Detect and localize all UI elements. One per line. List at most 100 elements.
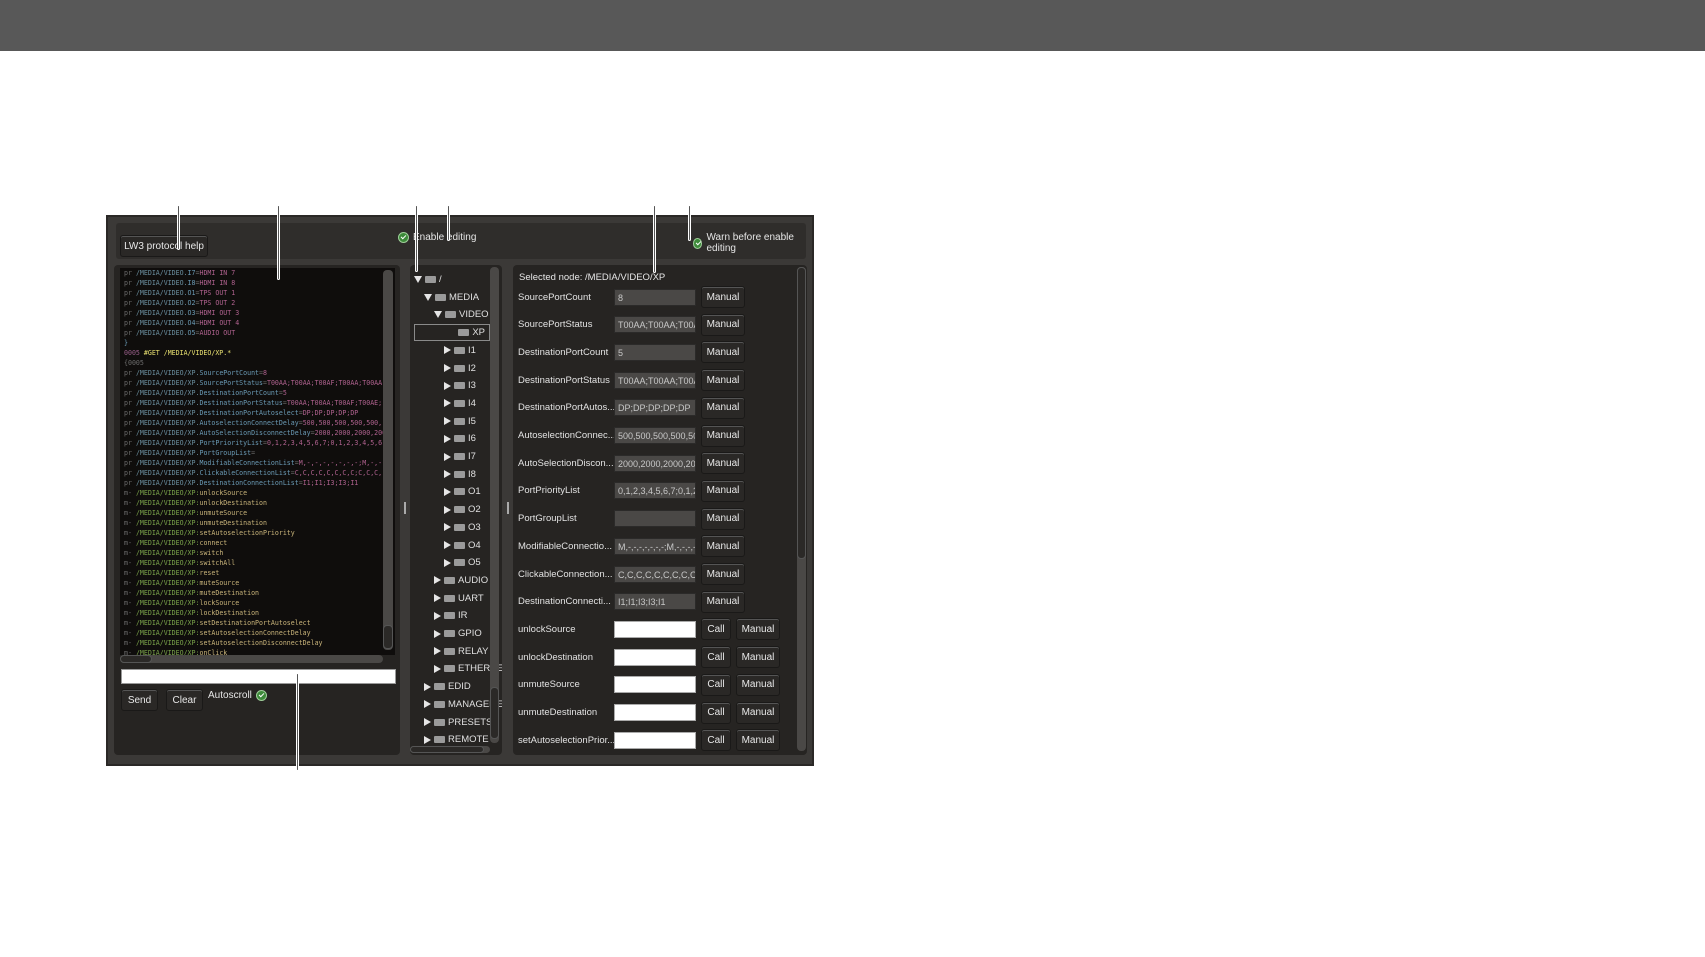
lw3-protocol-help-button[interactable]: LW3 protocol help bbox=[120, 235, 208, 257]
manual-button[interactable]: Manual bbox=[736, 646, 780, 669]
expand-right-icon[interactable] bbox=[444, 417, 451, 426]
tree-item-o5[interactable]: O5 bbox=[444, 554, 481, 571]
manual-button[interactable]: Manual bbox=[701, 369, 745, 392]
expand-right-icon[interactable] bbox=[444, 470, 451, 479]
expand-right-icon[interactable] bbox=[444, 541, 451, 549]
manual-button[interactable]: Manual bbox=[701, 452, 745, 475]
expand-down-icon[interactable] bbox=[434, 311, 442, 319]
expand-right-icon[interactable] bbox=[444, 558, 451, 567]
tree-item-i1[interactable]: I1 bbox=[444, 342, 476, 359]
clear-button[interactable]: Clear bbox=[166, 689, 203, 711]
tree-item-media[interactable]: MEDIA bbox=[424, 289, 479, 306]
expand-right-icon[interactable] bbox=[444, 399, 451, 408]
manual-button[interactable]: Manual bbox=[701, 479, 745, 502]
scrollbar-thumb[interactable] bbox=[120, 655, 152, 663]
method-argument-input[interactable] bbox=[614, 620, 696, 638]
manual-button[interactable]: Manual bbox=[701, 507, 745, 530]
manual-button[interactable]: Manual bbox=[736, 673, 780, 696]
expand-right-icon[interactable] bbox=[424, 700, 431, 709]
expand-right-icon[interactable] bbox=[444, 364, 451, 372]
tree-item-xp[interactable]: XP bbox=[414, 324, 490, 342]
expand-right-icon[interactable] bbox=[424, 735, 431, 744]
enable-editing-checkbox[interactable]: Enable editing bbox=[398, 232, 476, 243]
tree-item-i7[interactable]: I7 bbox=[444, 448, 476, 465]
expand-right-icon[interactable] bbox=[444, 505, 451, 514]
tree-item-ir[interactable]: IR bbox=[434, 607, 468, 624]
tree-item-i8[interactable]: I8 bbox=[444, 466, 476, 483]
console-line: m- /MEDIA/VIDEO/XP:setAutoselectionConne… bbox=[120, 628, 395, 638]
expand-right-icon[interactable] bbox=[434, 611, 441, 620]
call-button[interactable]: Call bbox=[701, 701, 731, 724]
call-button[interactable]: Call bbox=[701, 729, 731, 752]
tree-item-audio[interactable]: AUDIO bbox=[434, 572, 488, 589]
call-button[interactable]: Call bbox=[701, 646, 731, 669]
autoscroll-checkbox[interactable]: Autoscroll bbox=[208, 690, 267, 701]
expand-right-icon[interactable] bbox=[424, 718, 431, 726]
expand-down-icon[interactable] bbox=[424, 293, 432, 301]
tree-item-video[interactable]: VIDEO bbox=[434, 306, 489, 323]
expand-right-icon[interactable] bbox=[444, 523, 451, 532]
tree-item-i6[interactable]: I6 bbox=[444, 430, 476, 447]
manual-button[interactable]: Manual bbox=[701, 341, 745, 364]
tree-item-o2[interactable]: O2 bbox=[444, 501, 481, 518]
warn-before-editing-checkbox[interactable]: Warn before enable editing bbox=[693, 232, 806, 254]
send-button[interactable]: Send bbox=[121, 689, 158, 711]
manual-button[interactable]: Manual bbox=[736, 701, 780, 724]
tree-item-relay[interactable]: RELAY bbox=[434, 643, 488, 660]
manual-button[interactable]: Manual bbox=[736, 729, 780, 752]
manual-button[interactable]: Manual bbox=[701, 590, 745, 613]
tree-item-i4[interactable]: I4 bbox=[444, 395, 476, 412]
expand-right-icon[interactable] bbox=[444, 487, 451, 496]
method-argument-input[interactable] bbox=[614, 676, 696, 694]
console-horizontal-scrollbar[interactable] bbox=[120, 655, 383, 663]
expand-right-icon[interactable] bbox=[434, 664, 441, 673]
tree-horizontal-scrollbar[interactable] bbox=[410, 746, 490, 753]
scrollbar-thumb[interactable] bbox=[383, 625, 393, 649]
expand-down-icon[interactable] bbox=[414, 276, 422, 283]
manual-button[interactable]: Manual bbox=[701, 424, 745, 447]
manual-button[interactable]: Manual bbox=[701, 286, 745, 308]
properties-vertical-scrollbar[interactable] bbox=[797, 267, 806, 751]
expand-right-icon[interactable] bbox=[434, 629, 441, 638]
tree-item-uart[interactable]: UART bbox=[434, 590, 484, 607]
tree-item-gpio[interactable]: GPIO bbox=[434, 625, 482, 642]
scrollbar-thumb[interactable] bbox=[410, 746, 484, 753]
tree-item-o1[interactable]: O1 bbox=[444, 483, 481, 500]
expand-right-icon[interactable] bbox=[444, 381, 451, 390]
expand-right-icon[interactable] bbox=[434, 647, 441, 656]
manual-button[interactable]: Manual bbox=[701, 313, 745, 336]
tree-item-i2[interactable]: I2 bbox=[444, 360, 476, 377]
tree-item-label: GPIO bbox=[458, 628, 482, 639]
manual-button[interactable]: Manual bbox=[736, 618, 780, 641]
tree-vertical-scrollbar[interactable] bbox=[490, 267, 499, 743]
manual-button[interactable]: Manual bbox=[701, 396, 745, 419]
expand-right-icon[interactable] bbox=[434, 576, 441, 585]
splitter-handle[interactable] bbox=[507, 502, 509, 514]
expand-right-icon[interactable] bbox=[424, 682, 431, 691]
method-argument-input[interactable] bbox=[614, 704, 696, 721]
expand-right-icon[interactable] bbox=[444, 346, 451, 355]
console-vertical-scrollbar[interactable] bbox=[383, 270, 393, 650]
tree-item-edid[interactable]: EDID bbox=[424, 678, 471, 695]
expand-right-icon[interactable] bbox=[444, 452, 451, 461]
command-input[interactable] bbox=[121, 669, 396, 684]
scrollbar-thumb[interactable] bbox=[490, 687, 499, 739]
call-button[interactable]: Call bbox=[701, 618, 731, 641]
tree-item-presets[interactable]: PRESETS bbox=[424, 714, 492, 731]
line-prefix: m- bbox=[124, 549, 132, 557]
splitter-handle[interactable] bbox=[404, 502, 406, 514]
tree-item-i3[interactable]: I3 bbox=[444, 377, 476, 394]
tree-item-o3[interactable]: O3 bbox=[444, 519, 481, 536]
expand-right-icon[interactable] bbox=[434, 594, 441, 603]
scrollbar-thumb[interactable] bbox=[797, 267, 806, 559]
expand-right-icon[interactable] bbox=[444, 434, 451, 443]
manual-button[interactable]: Manual bbox=[701, 535, 745, 558]
method-argument-input[interactable] bbox=[614, 648, 696, 666]
tree-item-i5[interactable]: I5 bbox=[444, 413, 476, 430]
method-argument-input[interactable] bbox=[614, 731, 696, 749]
tree-item-root[interactable]: / bbox=[414, 271, 442, 288]
tree-item-o4[interactable]: O4 bbox=[444, 537, 481, 554]
manual-button[interactable]: Manual bbox=[701, 563, 745, 585]
call-button[interactable]: Call bbox=[701, 673, 731, 696]
line-prefix: m- bbox=[124, 609, 132, 617]
